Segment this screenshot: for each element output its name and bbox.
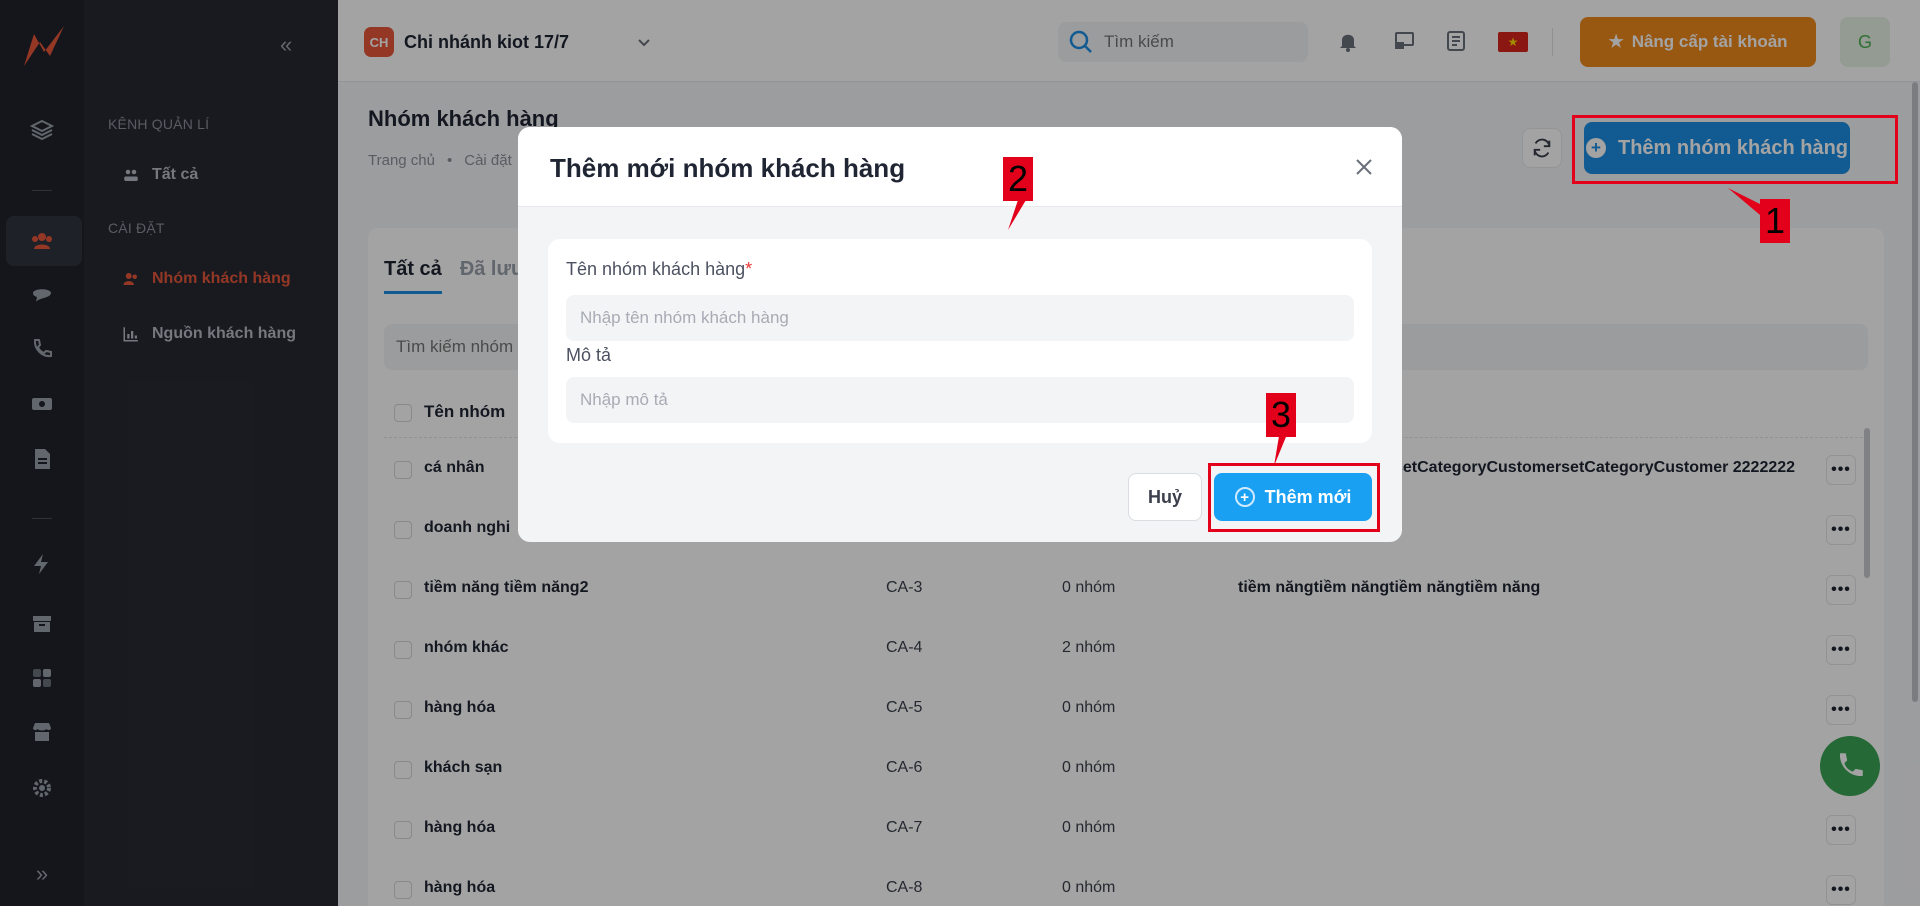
group-name-input[interactable]: [566, 295, 1354, 341]
dialog-header: Thêm mới nhóm khách hàng: [518, 127, 1402, 207]
annotation-number-2: 2: [1003, 157, 1033, 201]
highlight-box-3: [1208, 463, 1380, 532]
highlight-box-1: [1572, 115, 1898, 184]
close-icon[interactable]: [1350, 153, 1378, 181]
dialog-title: Thêm mới nhóm khách hàng: [550, 153, 906, 183]
required-mark: *: [745, 259, 753, 279]
cancel-button[interactable]: Huỷ: [1128, 473, 1202, 521]
group-name-label-text: Tên nhóm khách hàng: [566, 259, 746, 279]
dialog-form: Tên nhóm khách hàng* Mô tả: [548, 239, 1372, 443]
group-name-label: Tên nhóm khách hàng*: [566, 259, 752, 280]
annotation-number-1: 1: [1760, 199, 1790, 243]
description-label: Mô tả: [566, 345, 612, 365]
description-input[interactable]: [566, 377, 1354, 423]
annotation-number-3: 3: [1266, 393, 1296, 437]
